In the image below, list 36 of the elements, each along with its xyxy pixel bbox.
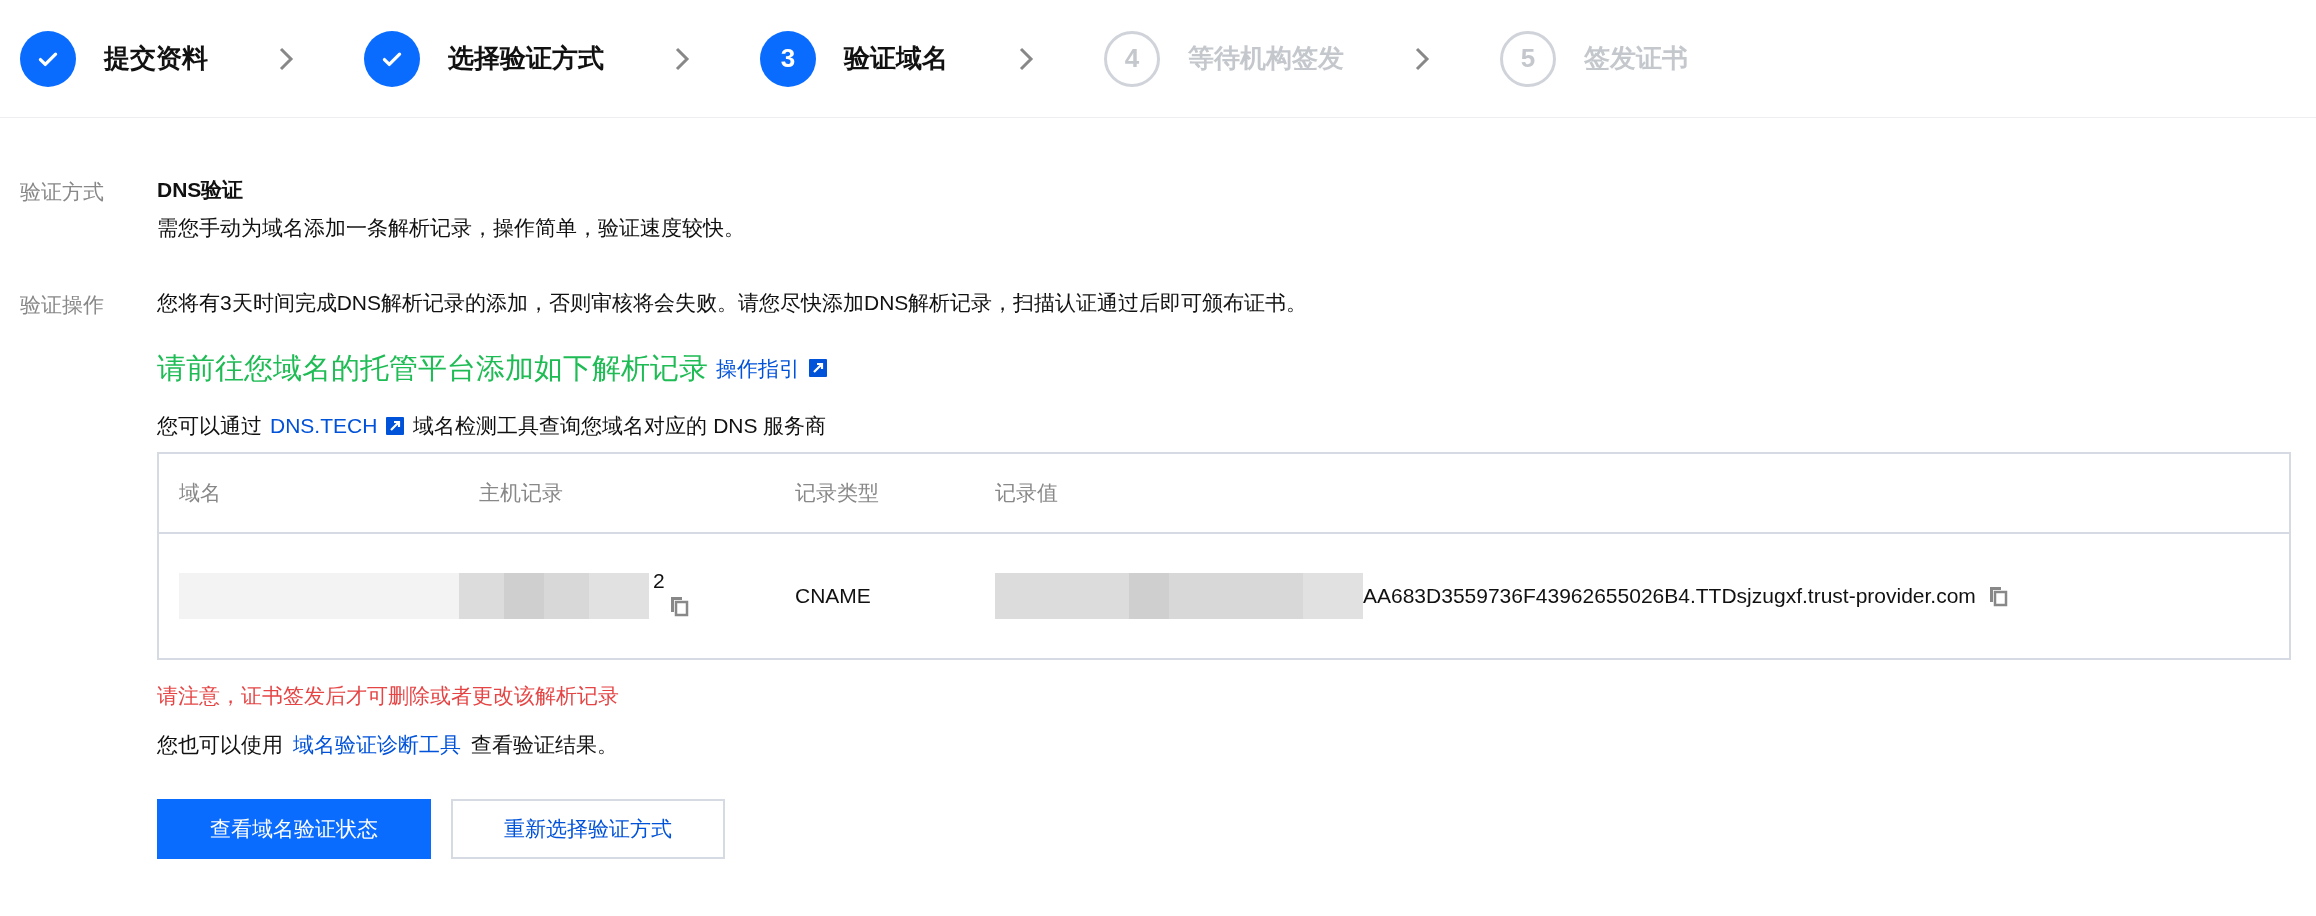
diagnose-tool-link[interactable]: 域名验证诊断工具 [293, 729, 461, 761]
step-label: 验证域名 [844, 42, 948, 75]
step-label: 提交资料 [104, 42, 208, 75]
step-label: 等待机构签发 [1188, 42, 1344, 75]
chevron-right-icon [1018, 45, 1034, 72]
diagnose-text: 查看验证结果。 [471, 732, 618, 758]
reselect-method-button[interactable]: 重新选择验证方式 [451, 798, 725, 859]
column-header: 记录类型 [795, 479, 880, 506]
column-header: 域名 [179, 479, 222, 506]
chevron-right-icon [674, 45, 690, 72]
host-record: 2 [652, 567, 666, 594]
instruction-heading: 请前往您域名的托管平台添加如下解析记录 [157, 350, 708, 386]
lookup-text: 域名检测工具查询您域名对应的 DNS 服务商 [413, 413, 827, 439]
field-label: 验证方式 [20, 179, 105, 205]
lookup-text: 您可以通过 [157, 413, 262, 439]
chevron-right-icon [1414, 45, 1430, 72]
copy-icon[interactable] [1987, 584, 2008, 607]
field-label: 验证操作 [20, 292, 105, 318]
external-link-icon [808, 358, 828, 379]
warning-text: 请注意，证书签发后才可删除或者更改该解析记录 [157, 682, 620, 709]
check-status-button[interactable]: 查看域名验证状态 [157, 798, 431, 859]
diagnose-text: 您也可以使用 [157, 732, 283, 758]
record-value: AA683D3559736F43962655026B4.TTDsjzugxf.trust-provider.com [1363, 582, 1976, 609]
dns-tech-link[interactable]: DNS.TECH [270, 410, 378, 442]
chevron-right-icon [278, 45, 294, 72]
copy-icon[interactable] [668, 594, 689, 617]
guide-link[interactable]: 操作指引 [716, 352, 800, 384]
method-description: 需您手动为域名添加一条解析记录，操作简单，验证速度较快。 [157, 214, 745, 241]
notice-text: 您将有3天时间完成DNS解析记录的添加，否则审核将会失败。请您尽快添加DNS解析记录，扫描认证通过后即可颁布证书。 [157, 290, 1309, 316]
record-type: CNAME [795, 582, 872, 609]
external-link-icon [385, 415, 406, 436]
column-header: 记录值 [995, 479, 1059, 506]
method-title: DNS验证 [157, 177, 245, 203]
step-label: 签发证书 [1584, 42, 1688, 75]
column-header: 主机记录 [479, 479, 564, 506]
step-label: 选择验证方式 [448, 42, 604, 75]
